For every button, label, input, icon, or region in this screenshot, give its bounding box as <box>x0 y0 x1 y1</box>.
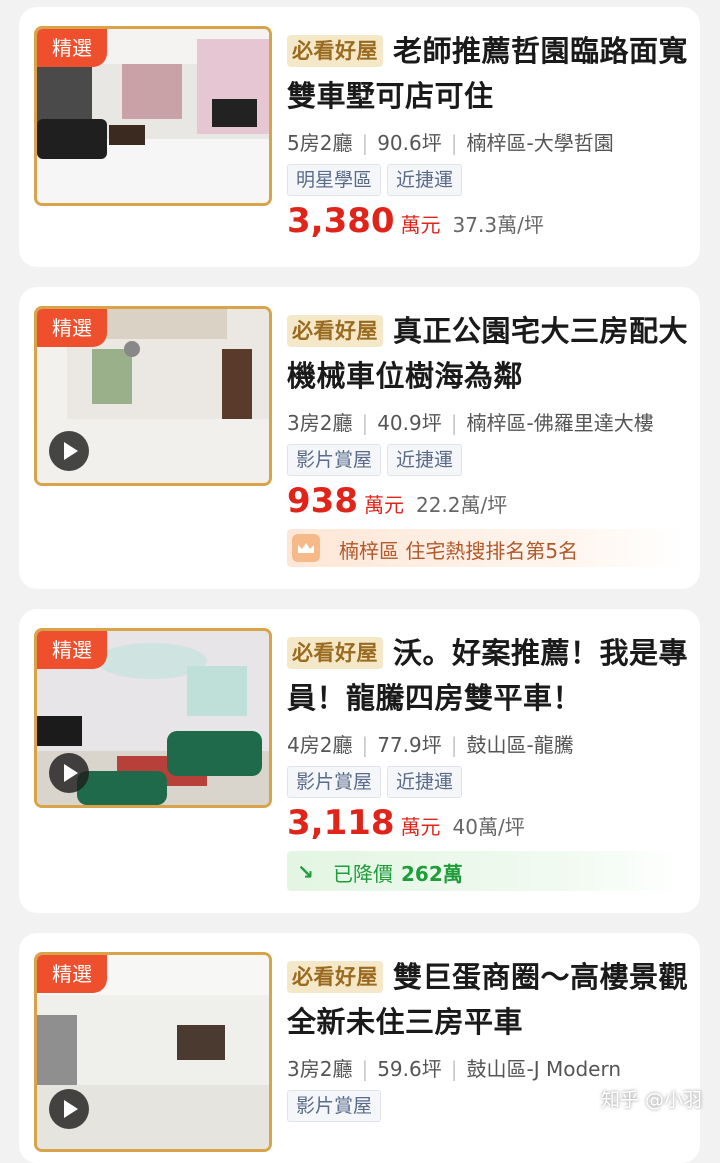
price-drop-label: 已降價 <box>333 862 393 886</box>
feature-tag: 近捷運 <box>387 444 463 476</box>
listing-title[interactable]: 必看好屋 雙巨蛋商圈～高樓景觀全新未住三房平車 <box>287 955 692 1045</box>
price-value: 3,118 <box>287 803 395 843</box>
location: 楠梓區-佛羅里達大樓 <box>466 411 654 435</box>
down-trend-icon: ↘ <box>297 860 314 884</box>
listing-card[interactable]: 精選 必看好屋 老師推薦哲園臨路面寬雙車墅可店可住 5房2廳 | 90.6坪 | 楠梓區-… <box>19 7 700 267</box>
rooms: 4房2廳 <box>287 733 353 757</box>
listing-photo[interactable]: 精選 <box>34 306 272 486</box>
price-drop-text: 已降價 262萬 <box>333 858 463 887</box>
must-see-tag: 必看好屋 <box>287 315 383 347</box>
price-drop-banner[interactable]: ↘ 已降價 262萬 <box>287 851 683 891</box>
price-per-ping: 37.3萬/坪 <box>452 213 544 237</box>
price: 938 萬元 22.2萬/坪 <box>287 481 507 521</box>
location: 鼓山區-J Modern <box>466 1057 621 1081</box>
listing-card[interactable]: 精選 必看好屋 雙巨蛋商圈～高樓景觀全新未住三房平車 3房2廳 | 59.6坪 | 鼓山區… <box>19 933 700 1163</box>
rooms: 3房2廳 <box>287 1057 353 1081</box>
featured-badge: 精選 <box>37 309 107 347</box>
listing-title[interactable]: 必看好屋 真正公園宅大三房配大機械車位樹海為鄰 <box>287 309 692 399</box>
feature-tags: 影片賞屋 近捷運 <box>287 444 468 476</box>
price-unit: 萬元 <box>400 213 441 237</box>
listing-photo[interactable]: 精選 <box>34 952 272 1152</box>
size: 90.6坪 <box>377 131 442 155</box>
feature-tag: 近捷運 <box>387 766 463 798</box>
separator: | <box>361 131 369 155</box>
separator: | <box>361 1057 369 1081</box>
feature-tag: 影片賞屋 <box>287 766 382 798</box>
hot-search-text: 楠梓區 住宅熱搜排名第5名 <box>339 539 579 563</box>
must-see-tag: 必看好屋 <box>287 35 383 67</box>
listing-photo[interactable]: 精選 <box>34 26 272 206</box>
listing-specs: 4房2廳 | 77.9坪 | 鼓山區-龍騰 <box>287 729 574 758</box>
price-per-ping: 22.2萬/坪 <box>415 493 508 517</box>
must-see-tag: 必看好屋 <box>287 637 383 669</box>
listing-specs: 3房2廳 | 40.9坪 | 楠梓區-佛羅里達大樓 <box>287 407 654 436</box>
price-drop-amount: 262萬 <box>401 862 463 886</box>
play-video-icon[interactable] <box>49 753 89 793</box>
crown-icon <box>292 534 320 562</box>
feature-tags: 影片賞屋 近捷運 <box>287 766 468 798</box>
hot-search-banner[interactable]: 楠梓區 住宅熱搜排名第5名 <box>287 529 683 567</box>
rooms: 5房2廳 <box>287 131 353 155</box>
location: 楠梓區-大學哲園 <box>466 131 614 155</box>
watermark: 知乎 @小羽 <box>600 1089 702 1111</box>
listing-title[interactable]: 必看好屋 沃。好案推薦！我是專員！龍騰四房雙平車！ <box>287 631 692 721</box>
listing-title[interactable]: 必看好屋 老師推薦哲園臨路面寬雙車墅可店可住 <box>287 29 692 119</box>
feature-tags: 影片賞屋 <box>287 1090 387 1122</box>
price-value: 938 <box>287 481 358 521</box>
play-video-icon[interactable] <box>49 431 89 471</box>
separator: | <box>361 733 369 757</box>
size: 40.9坪 <box>377 411 442 435</box>
separator: | <box>361 411 369 435</box>
size: 77.9坪 <box>377 733 442 757</box>
listing-specs: 3房2廳 | 59.6坪 | 鼓山區-J Modern <box>287 1053 621 1082</box>
separator: | <box>450 411 458 435</box>
listing-card[interactable]: 精選 必看好屋 真正公園宅大三房配大機械車位樹海為鄰 3房2廳 | 40.9坪 | 楠梓區… <box>19 287 700 589</box>
rooms: 3房2廳 <box>287 411 353 435</box>
separator: | <box>450 131 458 155</box>
feature-tag: 影片賞屋 <box>287 1090 382 1122</box>
separator: | <box>450 733 458 757</box>
size: 59.6坪 <box>377 1057 442 1081</box>
price: 3,118 萬元 40萬/坪 <box>287 803 525 843</box>
feature-tags: 明星學區 近捷運 <box>287 164 468 196</box>
play-video-icon[interactable] <box>49 1089 89 1129</box>
featured-badge: 精選 <box>37 955 107 993</box>
price-unit: 萬元 <box>363 493 404 517</box>
must-see-tag: 必看好屋 <box>287 961 383 993</box>
price: 3,380 萬元 37.3萬/坪 <box>287 201 544 241</box>
price-per-ping: 40萬/坪 <box>452 815 525 839</box>
featured-badge: 精選 <box>37 631 107 669</box>
feature-tag: 影片賞屋 <box>287 444 382 476</box>
listing-photo[interactable]: 精選 <box>34 628 272 808</box>
location: 鼓山區-龍騰 <box>466 733 574 757</box>
listing-card[interactable]: 精選 必看好屋 沃。好案推薦！我是專員！龍騰四房雙平車！ 4房2廳 | 77.9坪 | 鼓… <box>19 609 700 913</box>
separator: | <box>450 1057 458 1081</box>
featured-badge: 精選 <box>37 29 107 67</box>
price-unit: 萬元 <box>400 815 441 839</box>
price-value: 3,380 <box>287 201 395 241</box>
listing-specs: 5房2廳 | 90.6坪 | 楠梓區-大學哲園 <box>287 127 614 156</box>
feature-tag: 近捷運 <box>387 164 463 196</box>
feature-tag: 明星學區 <box>287 164 382 196</box>
